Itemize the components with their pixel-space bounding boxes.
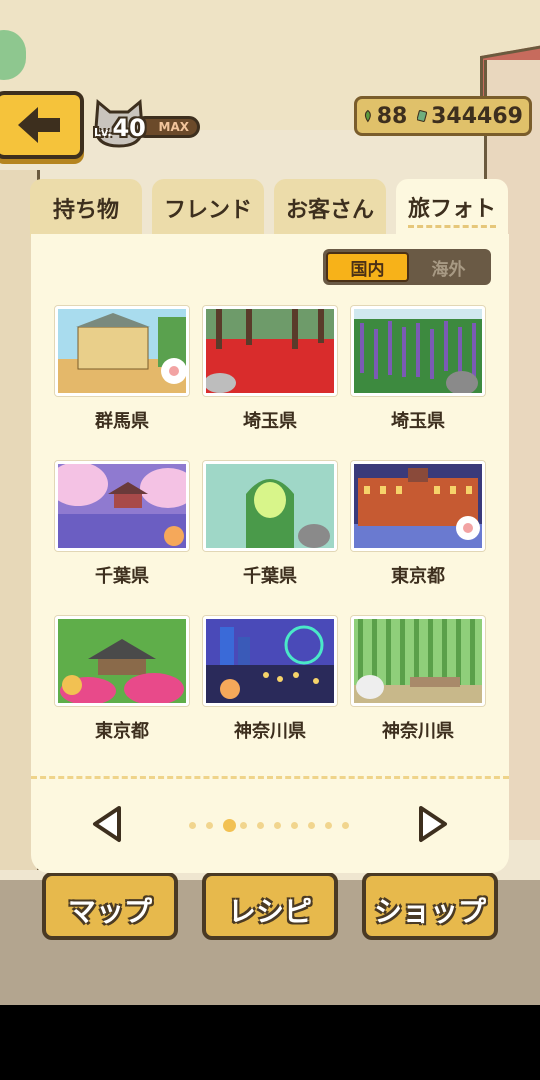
page-dot — [308, 822, 315, 829]
photo-card[interactable]: 千葉県 — [203, 461, 337, 588]
page-dot — [325, 822, 332, 829]
page-dot — [342, 822, 349, 829]
photo-card[interactable]: 埼玉県 — [351, 306, 485, 433]
leaf-icon — [364, 109, 371, 123]
photo-card[interactable]: 群馬県 — [55, 306, 189, 433]
photo-label: 東京都 — [95, 721, 149, 742]
photo-card[interactable]: 埼玉県 — [203, 306, 337, 433]
shop-button[interactable]: ショップ — [362, 872, 498, 940]
overseas-toggle[interactable]: 海外 — [409, 252, 488, 282]
domestic-toggle[interactable]: 国内 — [326, 252, 409, 282]
page-dot — [206, 822, 213, 829]
photo-label: 千葉県 — [95, 566, 149, 587]
page-dot — [240, 822, 247, 829]
photo-label: 埼玉県 — [391, 411, 445, 432]
photo-card[interactable]: 神奈川県 — [203, 616, 337, 743]
next-page-button[interactable] — [411, 804, 451, 844]
photo-thumbnail — [203, 461, 337, 551]
currency-display: 88 344469 — [354, 96, 532, 136]
photo-thumbnail — [55, 616, 189, 706]
prev-page-button[interactable] — [89, 804, 129, 844]
photo-label: 神奈川県 — [234, 721, 306, 742]
photo-label: 群馬県 — [95, 411, 149, 432]
system-nav-bar — [0, 1005, 540, 1080]
photo-label: 神奈川県 — [382, 721, 454, 742]
photo-thumbnail — [55, 461, 189, 551]
level-text: Lv.40 — [94, 114, 146, 142]
photo-panel: 国内 海外 群馬県 埼玉県 埼玉県 千葉県 千葉県 東京都 東京都 神奈川県 神… — [31, 234, 509, 873]
photo-thumbnail — [351, 461, 485, 551]
back-arrow-icon — [18, 107, 60, 143]
recipe-button[interactable]: レシピ — [202, 872, 338, 940]
page-dot-current — [223, 819, 236, 832]
photo-thumbnail — [351, 306, 485, 396]
tab-friends[interactable]: フレンド — [152, 179, 264, 237]
region-toggle: 国内 海外 — [323, 249, 491, 285]
money-bill-icon — [417, 110, 428, 122]
photo-card[interactable]: 神奈川県 — [351, 616, 485, 743]
page-dot — [189, 822, 196, 829]
page-dot — [291, 822, 298, 829]
photo-label: 埼玉県 — [243, 411, 297, 432]
leaf-count: 88 — [376, 103, 408, 129]
level-indicator: MAX Lv.40 — [92, 98, 202, 150]
photo-thumbnail — [203, 616, 337, 706]
photo-label: 千葉県 — [243, 566, 297, 587]
photo-thumbnail — [203, 306, 337, 396]
page-indicator — [189, 819, 349, 832]
money-count: 344469 — [431, 103, 523, 129]
photo-thumbnail — [351, 616, 485, 706]
page-dot — [274, 822, 281, 829]
tab-travel-photos[interactable]: 旅フォト — [396, 179, 508, 239]
tab-customers[interactable]: お客さん — [274, 179, 386, 237]
photo-thumbnail — [55, 306, 189, 396]
tab-items[interactable]: 持ち物 — [30, 179, 142, 237]
map-button[interactable]: マップ — [42, 872, 178, 940]
photo-label: 東京都 — [391, 566, 445, 587]
back-button[interactable] — [0, 91, 84, 159]
page-dot — [257, 822, 264, 829]
divider — [31, 776, 509, 779]
photo-card[interactable]: 千葉県 — [55, 461, 189, 588]
photo-card[interactable]: 東京都 — [55, 616, 189, 743]
photo-card[interactable]: 東京都 — [351, 461, 485, 588]
